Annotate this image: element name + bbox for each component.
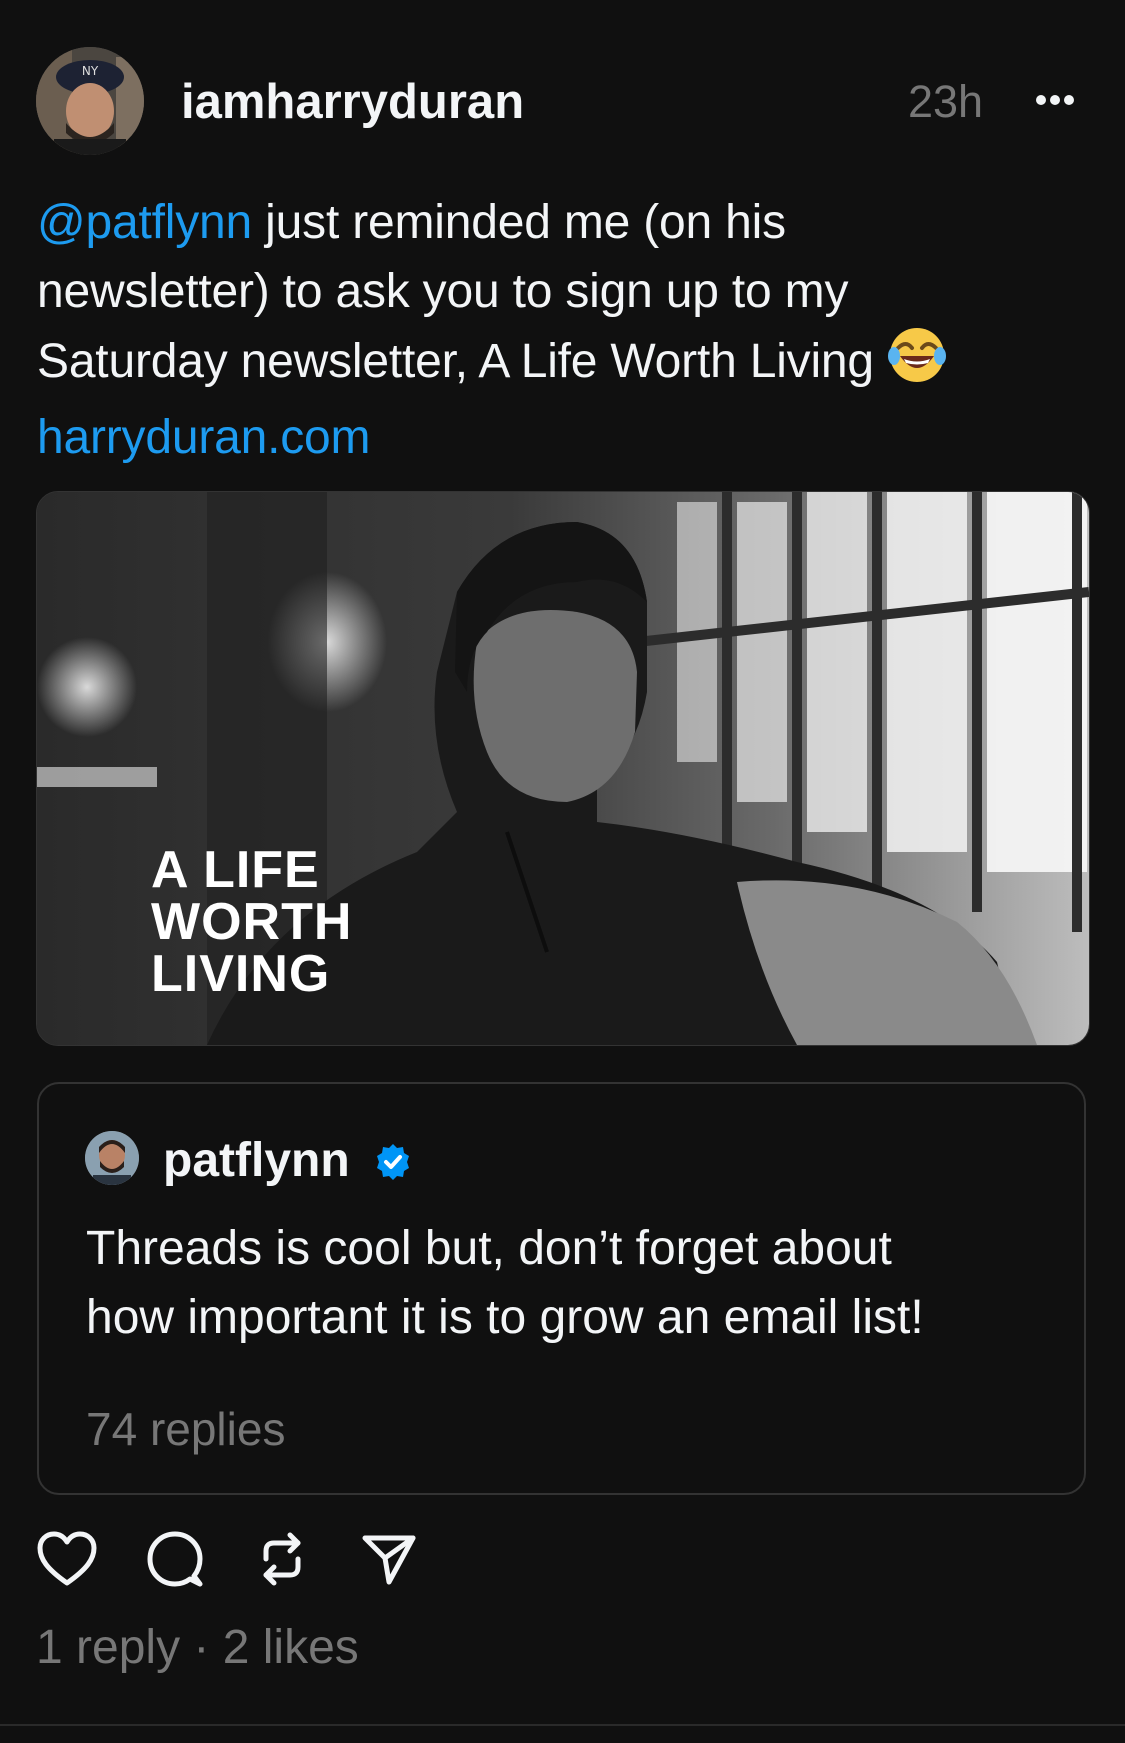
more-icon[interactable] [1030, 80, 1080, 120]
quoted-post[interactable]: patflynn Threads is cool but, don’t forg… [37, 1082, 1086, 1495]
quote-author-avatar[interactable] [85, 1131, 139, 1185]
author-avatar[interactable]: NY [36, 47, 144, 155]
post-timestamp: 23h [908, 76, 984, 127]
laughing-tears-emoji-icon [887, 326, 946, 403]
author-username[interactable]: iamharryduran [181, 74, 524, 130]
image-title: A LIFE WORTH LIVING [151, 841, 353, 1003]
heart-icon[interactable] [36, 1528, 98, 1590]
post-body: @patflynn just reminded me (on his newsl… [37, 188, 1077, 472]
repost-icon[interactable] [251, 1528, 313, 1590]
post-text-line: just reminded me (on his [252, 196, 786, 249]
post-image[interactable]: A LIFE WORTH LIVING [36, 491, 1090, 1046]
quote-replies-count[interactable]: 74 replies [86, 1402, 285, 1456]
website-link[interactable]: harryduran.com [37, 403, 1077, 472]
mention-link[interactable]: @patflynn [37, 196, 252, 249]
divider [0, 1724, 1125, 1726]
post-stats[interactable]: 1 reply · 2 likes [36, 1620, 359, 1676]
svg-text:NY: NY [82, 64, 99, 78]
share-icon[interactable] [358, 1528, 420, 1590]
comment-icon[interactable] [144, 1528, 206, 1590]
quote-author-username[interactable]: patflynn [163, 1134, 350, 1188]
verified-badge-icon [373, 1142, 413, 1182]
quote-body: Threads is cool but, don’t forget about … [86, 1222, 924, 1344]
post-text-line: newsletter) to ask you to sign up to my [37, 265, 849, 318]
post-text-line: Saturday newsletter, A Life Worth Living [37, 335, 874, 389]
